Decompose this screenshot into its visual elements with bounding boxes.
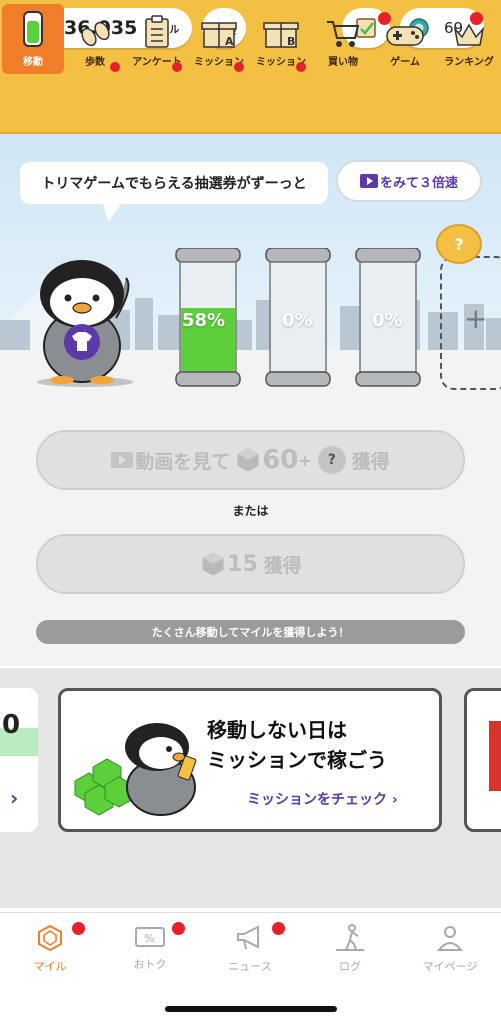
footprint-icon bbox=[81, 21, 110, 47]
hint-banner: たくさん移動してマイルを獲得しよう！ bbox=[36, 620, 465, 644]
or-label: または bbox=[232, 504, 269, 518]
video-suffix: 獲得 bbox=[351, 450, 390, 473]
penguin-mascot-icon bbox=[37, 260, 133, 387]
triple-speed-button[interactable]: をみて３倍速 bbox=[336, 160, 482, 202]
banner-title: 移動しない日は ミッションで稼ごう bbox=[207, 715, 387, 775]
home-indicator bbox=[165, 1006, 337, 1012]
tab-label: 買い物 bbox=[328, 57, 358, 68]
gift-a-icon: A bbox=[201, 22, 237, 48]
video-play-icon bbox=[111, 452, 134, 468]
capsule-percent: 0% bbox=[372, 310, 403, 331]
nav-label: ニュース bbox=[228, 960, 272, 973]
tab-label: 移動 bbox=[23, 57, 43, 68]
video-amount: 60 bbox=[262, 445, 299, 475]
nav-label: マイページ bbox=[422, 960, 478, 973]
notification-badge bbox=[234, 62, 244, 72]
notification-badge bbox=[110, 62, 120, 72]
tab-game[interactable]: ゲーム bbox=[374, 4, 436, 74]
gem-icon bbox=[202, 552, 224, 576]
notification-badge bbox=[172, 62, 182, 72]
mission-check-link[interactable]: ミッションをチェック › bbox=[247, 789, 398, 809]
person-icon bbox=[436, 926, 464, 951]
tab-shopping[interactable]: 買い物 bbox=[312, 4, 374, 74]
video-prefix: 動画を見て bbox=[135, 450, 231, 473]
nav-label: おトク bbox=[133, 958, 167, 971]
peek-number: 0 bbox=[2, 710, 21, 740]
tab-ranking[interactable]: ランキング bbox=[438, 4, 500, 74]
red-card-icon bbox=[489, 721, 501, 791]
notification-badge bbox=[172, 922, 185, 935]
direct-suffix: 獲得 bbox=[263, 554, 302, 577]
capsule-3: 0% bbox=[352, 247, 424, 388]
help-coin-icon: ? bbox=[317, 446, 346, 474]
claim-button[interactable]: 15 獲得 bbox=[36, 534, 465, 594]
walking-icon bbox=[336, 924, 364, 951]
banner-peek-left[interactable]: 0 › bbox=[0, 688, 38, 832]
penguin-gems-icon bbox=[74, 723, 197, 816]
notification-badge bbox=[72, 922, 85, 935]
speed-button-label: をみて３倍速 bbox=[379, 175, 458, 191]
watch-video-button[interactable]: 動画を見て 60 + ? 獲得 bbox=[36, 430, 465, 490]
notification-badge bbox=[296, 62, 306, 72]
nav-item-log[interactable]: ログ bbox=[310, 924, 390, 974]
chevron-right-icon: › bbox=[10, 786, 19, 810]
direct-amount: 15 bbox=[227, 551, 258, 577]
video-plus: + bbox=[298, 450, 312, 470]
svg-text:%: % bbox=[144, 932, 154, 945]
megaphone-icon bbox=[237, 925, 259, 950]
banner-title-line2: ミッションで稼ごう bbox=[207, 748, 387, 772]
mission-link-text: ミッションをチェック bbox=[247, 792, 387, 808]
tab-move[interactable]: 移動 bbox=[2, 4, 64, 74]
cart-icon bbox=[327, 21, 360, 47]
capsule-percent: 0% bbox=[282, 310, 313, 331]
gem-icon bbox=[237, 448, 259, 472]
capsule-percent: 58% bbox=[182, 310, 226, 331]
banner-title-line1: 移動しない日は bbox=[207, 718, 347, 742]
bubble-text: トリマゲームでもらえる抽選券がずーっと bbox=[41, 176, 307, 192]
svg-text:A: A bbox=[225, 35, 234, 48]
capsule-1: 58% bbox=[172, 247, 244, 388]
hexagon-icon bbox=[38, 924, 62, 952]
crown-icon bbox=[453, 23, 485, 46]
help-button[interactable]: ? bbox=[436, 224, 482, 264]
svg-text:B: B bbox=[287, 35, 295, 48]
nav-item-mypage[interactable]: マイページ bbox=[410, 924, 490, 974]
nav-label: ログ bbox=[339, 960, 361, 973]
bubble-tail-icon bbox=[102, 200, 124, 222]
battery-icon bbox=[23, 11, 43, 47]
tab-label: ゲーム bbox=[390, 57, 420, 68]
coupon-icon: % bbox=[135, 927, 165, 947]
video-play-icon bbox=[359, 174, 378, 188]
capsule-2: 0% bbox=[262, 247, 334, 388]
tab-label: ランキング bbox=[444, 57, 494, 68]
hint-text: たくさん移動してマイルを獲得しよう！ bbox=[151, 626, 350, 639]
banner-peek-right[interactable] bbox=[464, 688, 501, 832]
notification-badge bbox=[272, 922, 285, 935]
help-icon: ? bbox=[454, 234, 464, 254]
add-capsule-slot[interactable]: + bbox=[440, 256, 501, 390]
nav-label: マイル bbox=[33, 960, 67, 973]
clipboard-icon bbox=[145, 15, 169, 48]
speech-bubble: トリマゲームでもらえる抽選券がずーっと bbox=[20, 162, 328, 204]
mission-banner[interactable]: 移動しない日は ミッションで稼ごう ミッションをチェック › bbox=[58, 688, 442, 832]
chevron-right-icon: › bbox=[391, 792, 398, 808]
gamepad-icon bbox=[386, 26, 424, 46]
add-icon: + bbox=[464, 302, 488, 335]
tab-label: 歩数 bbox=[85, 57, 105, 68]
gift-b-icon: B bbox=[263, 22, 299, 48]
